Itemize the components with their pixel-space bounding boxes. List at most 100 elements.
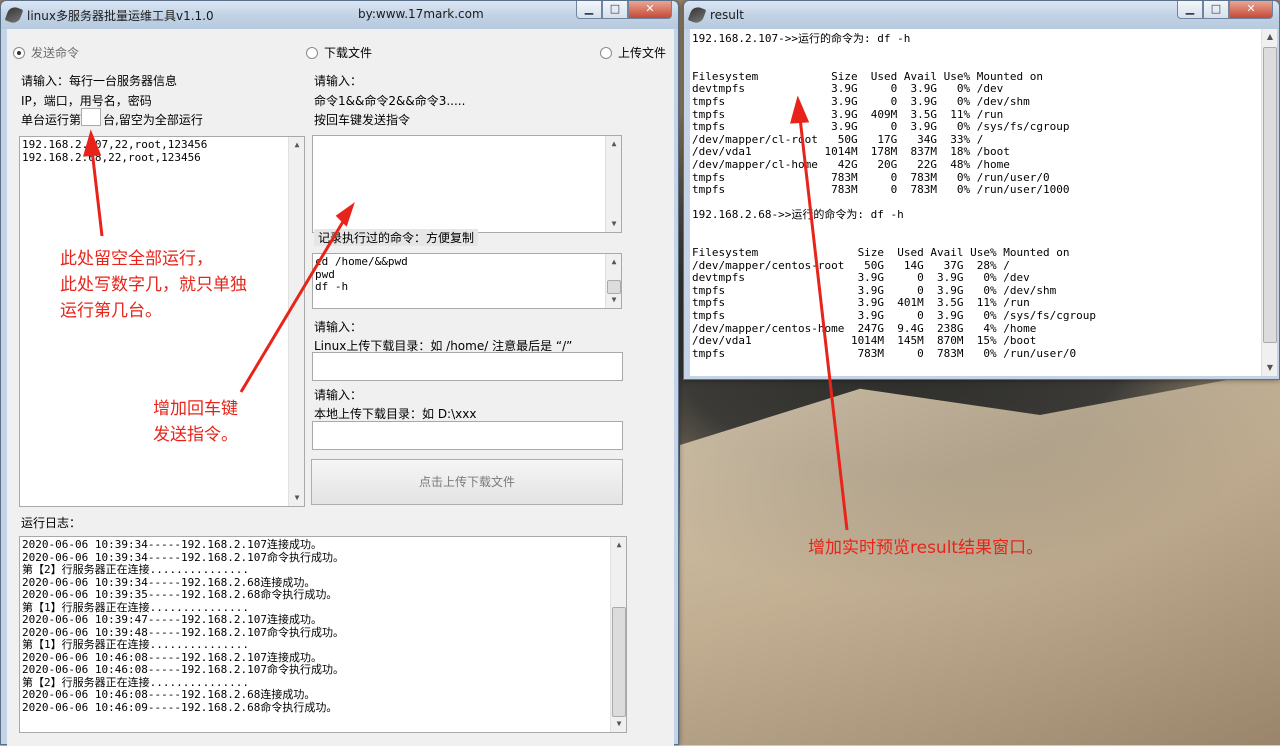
annotation-single-run-line1: 此处留空全部运行， <box>60 249 213 269</box>
main-titlebar[interactable]: linux多服务器批量运维工具v1.1.0 by:www.17mark.com … <box>1 1 678 29</box>
single-run-input[interactable] <box>81 108 101 126</box>
result-scroll-thumb[interactable] <box>1263 47 1277 343</box>
server-list-scrollbar[interactable]: ▲ ▼ <box>288 137 304 506</box>
result-line: tmpfs 3.9G 0 3.9G 0% /sys/fs/cgroup <box>692 309 1096 323</box>
scroll-down-icon[interactable]: ▼ <box>1262 360 1278 376</box>
maximize-button[interactable]: □ <box>1203 1 1229 19</box>
result-titlebar[interactable]: result ▁ □ ✕ <box>684 1 1279 29</box>
local-dir-label2: 本地上传下载目录：如 D:\xxx <box>314 407 477 421</box>
radio-send-command[interactable]: 发送命令 <box>13 44 79 61</box>
log-scroll-thumb[interactable] <box>612 607 626 717</box>
scroll-down-icon[interactable]: ▼ <box>606 216 621 232</box>
server-line: 192.168.2.107,22,root,123456 <box>22 138 208 151</box>
log-scrollbar[interactable]: ▲ ▼ <box>610 537 626 732</box>
radio-upload-file[interactable]: 上传文件 <box>600 44 666 61</box>
result-line: tmpfs 3.9G 0 3.9G 0% /dev/shm <box>692 94 1030 108</box>
result-line: tmpfs 783M 0 783M 0% /run/user/1000 <box>692 183 1070 197</box>
log-line: 2020-06-06 10:39:47-----192.168.2.107连接成… <box>22 613 323 626</box>
annotation-single-run-line3: 运行第几台。 <box>60 301 162 321</box>
radio-send-command-label: 发送命令 <box>31 46 80 60</box>
result-line <box>692 46 1252 59</box>
result-line <box>692 222 1252 235</box>
result-client-area: 192.168.2.107->>运行的命令为: df -h Filesystem … <box>690 29 1277 376</box>
command-input-textbox[interactable]: ▲ ▼ <box>312 135 622 233</box>
log-line: 2020-06-06 10:39:35-----192.168.2.68命令执行… <box>22 588 338 601</box>
history-line: pwd <box>315 267 335 281</box>
result-window: result ▁ □ ✕ 192.168.2.107->>运行的命令为: df … <box>683 0 1280 380</box>
command-hint-line2: 命令1&&命令2&&命令3..... <box>314 94 466 108</box>
radio-dot-icon <box>13 47 25 59</box>
main-window-byline: by:www.17mark.com <box>358 7 484 21</box>
single-run-suffix: 台,留空为全部运行 <box>103 113 203 127</box>
log-line: 2020-06-06 10:39:34-----192.168.2.107连接成… <box>22 538 323 551</box>
log-lines: 2020-06-06 10:39:34-----192.168.2.107连接成… <box>20 537 626 716</box>
log-textbox[interactable]: 2020-06-06 10:39:34-----192.168.2.107连接成… <box>19 536 627 733</box>
log-line: 2020-06-06 10:46:08-----192.168.2.68连接成功… <box>22 688 316 701</box>
linux-dir-label1: 请输入： <box>314 320 363 334</box>
local-dir-input[interactable] <box>312 421 623 450</box>
result-window-title: result <box>710 8 744 22</box>
annotation-enter-key: 增加回车键 发送指令。 <box>153 396 238 448</box>
scroll-up-icon[interactable]: ▲ <box>606 254 621 270</box>
log-line: 第【1】行服务器正在连接............... <box>22 638 249 651</box>
close-button[interactable]: ✕ <box>1229 1 1273 19</box>
command-input-text <box>313 136 621 140</box>
radio-download-file-label: 下载文件 <box>324 46 373 60</box>
command-scrollbar[interactable]: ▲ ▼ <box>605 136 621 232</box>
result-line: /dev/vda1 1014M 145M 870M 15% /boot <box>692 334 1037 348</box>
command-hint-line1: 请输入： <box>314 74 363 88</box>
history-line: cd /home/&&pwd <box>315 255 408 268</box>
main-window-title: linux多服务器批量运维工具v1.1.0 <box>27 8 214 23</box>
result-line: devtmpfs 3.9G 0 3.9G 0% /dev <box>692 271 1030 285</box>
radio-dot-icon <box>600 47 612 59</box>
app-feather-icon <box>4 5 24 25</box>
result-line: Filesystem Size Used Avail Use% Mounted … <box>692 246 1070 260</box>
scroll-up-icon[interactable]: ▲ <box>606 136 621 152</box>
scroll-down-icon[interactable]: ▼ <box>606 292 621 308</box>
result-line: 192.168.2.68->>运行的命令为: df -h <box>692 208 904 222</box>
annotation-single-run-line2: 此处写数字几，就只单独 <box>60 275 247 295</box>
annotation-enter-key-line1: 增加回车键 <box>153 399 238 419</box>
app-feather-icon <box>687 5 707 25</box>
history-lines: cd /home/&&pwd pwd df -h <box>313 254 621 296</box>
server-line: 192.168.2.68,22,root,123456 <box>22 150 201 164</box>
history-scrollbar[interactable]: ▲ ▼ <box>605 254 621 308</box>
main-client-area: 发送命令 下载文件 上传文件 请输入：每行一台服务器信息 IP，端口，用号名，密… <box>7 29 674 746</box>
scroll-up-icon[interactable]: ▲ <box>289 137 304 153</box>
local-dir-label1: 请输入： <box>314 388 363 402</box>
radio-download-file[interactable]: 下载文件 <box>306 44 372 61</box>
server-hint-line1: 请输入：每行一台服务器信息 <box>21 74 178 88</box>
annotation-enter-key-line2: 发送指令。 <box>153 425 238 445</box>
log-label: 运行日志： <box>21 516 82 530</box>
scroll-down-icon[interactable]: ▼ <box>289 490 304 506</box>
server-lines: 192.168.2.107,22,root,123456 192.168.2.68… <box>20 137 304 166</box>
result-output: 192.168.2.107->>运行的命令为: df -h Filesystem … <box>692 33 1252 371</box>
log-line: 2020-06-06 10:46:09-----192.168.2.68命令执行… <box>22 700 338 714</box>
command-hint-line3: 按回车键发送指令 <box>314 113 411 127</box>
minimize-button[interactable]: ▁ <box>576 1 602 19</box>
result-scrollbar[interactable]: ▲ ▼ <box>1261 29 1277 376</box>
maximize-button[interactable]: □ <box>602 1 628 19</box>
history-textbox[interactable]: cd /home/&&pwd pwd df -h ▲ ▼ <box>312 253 622 309</box>
annotation-result-window: 增加实时预览result结果窗口。 <box>808 538 1044 558</box>
linux-dir-input[interactable] <box>312 352 623 381</box>
scroll-up-icon[interactable]: ▲ <box>611 537 626 553</box>
transfer-files-button[interactable]: 点击上传下载文件 <box>311 459 623 505</box>
scroll-up-icon[interactable]: ▲ <box>1262 29 1278 45</box>
log-line: 第【2】行服务器正在连接............... <box>22 563 249 576</box>
single-run-prefix: 单台运行第 <box>21 113 82 127</box>
history-line: df -h <box>315 280 349 293</box>
radio-dot-icon <box>306 47 318 59</box>
annotation-single-run: 此处留空全部运行， 此处写数字几，就只单独 运行第几台。 <box>60 246 247 324</box>
result-line: tmpfs 3.9G 0 3.9G 0% /sys/fs/cgroup <box>692 120 1070 134</box>
result-line: tmpfs 783M 0 783M 0% /run/user/0 <box>692 346 1077 360</box>
result-line <box>692 58 1252 71</box>
main-window: linux多服务器批量运维工具v1.1.0 by:www.17mark.com … <box>0 0 679 746</box>
close-button[interactable]: ✕ <box>628 1 672 19</box>
result-line: /dev/mapper/cl-home 42G 20G 22G 48% /hom… <box>692 157 1010 171</box>
result-line: 192.168.2.107->>运行的命令为: df -h <box>692 33 911 45</box>
log-line: 2020-06-06 10:46:08-----192.168.2.107命令执… <box>22 663 345 676</box>
radio-upload-file-label: 上传文件 <box>618 46 667 60</box>
minimize-button[interactable]: ▁ <box>1177 1 1203 19</box>
scroll-down-icon[interactable]: ▼ <box>611 716 626 732</box>
